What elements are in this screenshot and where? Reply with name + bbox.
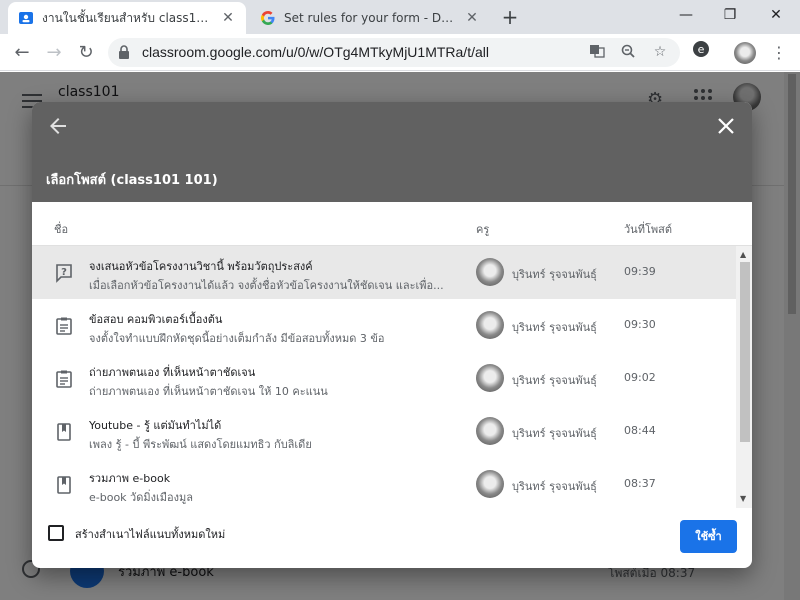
- back-arrow-icon[interactable]: [46, 114, 70, 138]
- post-description: เพลง รู้ - บี้ พีระพัฒน์ แสดงโดยแมทธิว ก…: [89, 438, 312, 451]
- back-arrow-icon[interactable]: ←: [8, 39, 36, 67]
- dialog-footer: สร้างสำเนาไฟล์แนบทั้งหมดใหม่ ใช้ซ้ำ: [32, 508, 752, 568]
- scroll-down-icon[interactable]: ▼: [740, 494, 746, 503]
- dialog-header: เลือกโพสต์ (class101 101): [32, 102, 752, 202]
- chrome-menu-icon[interactable]: ⋮: [766, 40, 792, 66]
- dialog-scrollbar[interactable]: ▲ ▼: [736, 246, 752, 508]
- post-time: 09:39: [624, 265, 656, 278]
- post-time: 09:30: [624, 318, 656, 331]
- copy-attachments-checkbox[interactable]: [48, 525, 64, 541]
- material-icon: [54, 422, 74, 442]
- post-description: จงตั้งใจทำแบบฝึกหัดชุดนี้อย่างเต็มกำลัง …: [89, 332, 385, 345]
- post-description: ถ่ายภาพตนเอง ที่เห็นหน้าตาชัดเจน ให้ 10 …: [89, 385, 328, 398]
- post-time: 08:37: [624, 477, 656, 490]
- column-teacher: ครู: [476, 223, 490, 236]
- post-title: ข้อสอบ คอมพิวเตอร์เบื้องต้น: [89, 313, 223, 326]
- extension-icon[interactable]: e: [688, 40, 714, 66]
- post-description: เมื่อเลือกหัวข้อโครงงานได้แล้ว จงตั้งชื่…: [89, 279, 444, 292]
- post-title: ถ่ายภาพตนเอง ที่เห็นหน้าตาชัดเจน: [89, 366, 256, 379]
- tab-classroom[interactable]: งานในชั้นเรียนสำหรับ class101 101 ✕: [8, 2, 246, 34]
- column-posted: วันที่โพสต์: [624, 223, 672, 236]
- list-item[interactable]: ข้อสอบ คอมพิวเตอร์เบื้องต้น จงตั้งใจทำแบ…: [32, 299, 736, 352]
- teacher-name: บุรินทร์ รุจจนพันธุ์: [512, 480, 597, 493]
- scroll-up-icon[interactable]: ▲: [740, 250, 746, 259]
- list-item[interactable]: Youtube - รู้ แต่มันทำไม่ได้ เพลง รู้ - …: [32, 405, 736, 458]
- teacher-name: บุรินทร์ รุจจนพันธุ์: [512, 427, 597, 440]
- avatar: [476, 311, 504, 339]
- post-title: จงเสนอหัวข้อโครงงานวิชานี้ พร้อมวัตถุประ…: [89, 260, 313, 273]
- avatar: [476, 417, 504, 445]
- post-title: Youtube - รู้ แต่มันทำไม่ได้: [89, 419, 222, 432]
- classroom-favicon-icon: [18, 10, 34, 26]
- lock-icon: [118, 45, 130, 62]
- svg-text:?: ?: [61, 267, 67, 278]
- column-name: ชื่อ: [54, 223, 69, 236]
- url-text: classroom.google.com/u/0/w/OTg4MTkyMjU1M…: [142, 44, 489, 60]
- address-bar[interactable]: classroom.google.com/u/0/w/OTg4MTkyMjU1M…: [108, 38, 680, 67]
- reload-icon[interactable]: ↻: [72, 39, 100, 67]
- avatar: [476, 258, 504, 286]
- close-tab-icon[interactable]: ✕: [464, 10, 480, 26]
- scroll-thumb[interactable]: [740, 262, 750, 442]
- svg-text:e: e: [698, 43, 705, 56]
- tab-title: งานในชั้นเรียนสำหรับ class101 101: [42, 10, 214, 25]
- post-list: ? จงเสนอหัวข้อโครงงานวิชานี้ พร้อมวัตถุป…: [32, 246, 736, 508]
- window-close-icon[interactable]: ✕: [754, 4, 798, 28]
- tab-title: Set rules for your form - Docs Ed: [284, 11, 458, 25]
- zoom-icon[interactable]: [619, 44, 637, 62]
- translate-icon[interactable]: [588, 44, 606, 62]
- forward-arrow-icon[interactable]: →: [40, 39, 68, 67]
- post-title: รวมภาพ e-book: [89, 472, 171, 485]
- reuse-post-dialog: เลือกโพสต์ (class101 101) ชื่อ ครู วันที…: [32, 102, 752, 568]
- profile-avatar[interactable]: [732, 40, 758, 66]
- browser-tabstrip: งานในชั้นเรียนสำหรับ class101 101 ✕ Set …: [0, 0, 800, 34]
- avatar: [476, 470, 504, 498]
- new-tab-plus-icon[interactable]: +: [498, 6, 522, 30]
- material-icon: [54, 475, 74, 495]
- teacher-name: บุรินทร์ รุจจนพันธุ์: [512, 321, 597, 334]
- column-headers: ชื่อ ครู วันที่โพสต์: [32, 202, 752, 246]
- close-icon[interactable]: [716, 116, 736, 136]
- bookmark-star-icon[interactable]: ☆: [651, 44, 669, 62]
- tab-docs-editors[interactable]: Set rules for your form - Docs Ed ✕: [250, 2, 490, 34]
- copy-attachments-label[interactable]: สร้างสำเนาไฟล์แนบทั้งหมดใหม่: [75, 525, 225, 543]
- browser-toolbar: ← → ↻ classroom.google.com/u/0/w/OTg4MTk…: [0, 34, 800, 71]
- assignment-icon: [54, 369, 74, 389]
- list-item[interactable]: ถ่ายภาพตนเอง ที่เห็นหน้าตาชัดเจน ถ่ายภาพ…: [32, 352, 736, 405]
- post-time: 08:44: [624, 424, 656, 437]
- close-tab-icon[interactable]: ✕: [220, 10, 236, 26]
- avatar: [476, 364, 504, 392]
- post-description: e-book วัดมิ่งเมืองมูล: [89, 491, 193, 504]
- list-item[interactable]: ? จงเสนอหัวข้อโครงงานวิชานี้ พร้อมวัตถุป…: [32, 246, 736, 299]
- list-item[interactable]: รวมภาพ e-book e-book วัดมิ่งเมืองมูล บุร…: [32, 458, 736, 508]
- assignment-icon: [54, 316, 74, 336]
- restore-icon[interactable]: ❐: [708, 4, 752, 28]
- minimize-icon[interactable]: —: [664, 4, 708, 28]
- post-time: 09:02: [624, 371, 656, 384]
- teacher-name: บุรินทร์ รุจจนพันธุ์: [512, 374, 597, 387]
- teacher-name: บุรินทร์ รุจจนพันธุ์: [512, 268, 597, 281]
- dialog-title: เลือกโพสต์ (class101 101): [46, 173, 218, 188]
- reuse-button[interactable]: ใช้ซ้ำ: [680, 520, 737, 553]
- google-favicon-icon: [260, 10, 276, 26]
- question-icon: ?: [54, 263, 74, 283]
